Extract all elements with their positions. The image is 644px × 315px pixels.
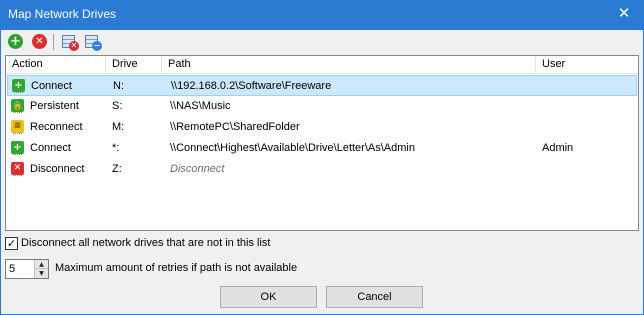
column-header-drive[interactable]: Drive: [106, 56, 162, 74]
disconnect-all-label[interactable]: Disconnect all network drives that are n…: [21, 237, 270, 250]
list-row[interactable]: + Connect *: \\Connect\Highest\Available…: [7, 138, 637, 159]
row-action: Connect: [31, 80, 72, 92]
row-drive: M:: [112, 121, 125, 133]
retries-value[interactable]: 5: [9, 263, 15, 275]
persistent-lock-icon: 🔒: [11, 99, 24, 112]
row-drive: *:: [112, 142, 120, 154]
cancel-button[interactable]: Cancel: [326, 286, 423, 308]
dots-icon: [13, 112, 22, 114]
spin-up-icon[interactable]: ▲: [34, 260, 48, 269]
dots-icon: [13, 154, 22, 156]
row-path: \\RemotePC\SharedFolder: [170, 121, 300, 133]
toolbar-separator: [53, 34, 54, 50]
row-action: Connect: [30, 142, 71, 154]
row-drive: Z:: [112, 163, 122, 175]
retries-stepper[interactable]: 5 ▲ ▼: [5, 259, 49, 279]
clear-list-icon: ✕: [69, 41, 79, 51]
connect-icon: +: [11, 141, 24, 154]
list-row[interactable]: ≡ Reconnect M: \\RemotePC\SharedFolder: [7, 117, 637, 138]
drive-list[interactable]: Action Drive Path User + Connect N: \\19…: [5, 55, 639, 231]
dots-icon: [13, 175, 22, 177]
row-path: \\192.168.0.2\Software\Freeware: [171, 80, 332, 92]
reconnect-icon: ≡: [11, 120, 24, 133]
row-path: \\NAS\Music: [170, 100, 231, 112]
retries-label: Maximum amount of retries if path is not…: [55, 262, 298, 274]
clear-list-button[interactable]: ✕: [61, 33, 79, 51]
spin-down-icon[interactable]: ▼: [34, 269, 48, 278]
disconnect-icon: ✕: [11, 162, 24, 175]
ok-button[interactable]: OK: [220, 286, 317, 308]
close-icon[interactable]: ✕: [604, 0, 644, 30]
remove-entry-button[interactable]: −: [84, 33, 102, 51]
add-button[interactable]: +: [7, 33, 25, 51]
row-action: Reconnect: [30, 121, 83, 133]
row-action: Persistent: [30, 100, 79, 112]
window-title: Map Network Drives: [8, 7, 117, 21]
column-header-action[interactable]: Action: [6, 56, 106, 74]
dots-icon: [13, 133, 22, 135]
dots-icon: [14, 92, 23, 94]
list-row[interactable]: 🔒 Persistent S: \\NAS\Music: [7, 96, 637, 117]
row-drive: S:: [112, 100, 123, 112]
disconnect-all-checkbox[interactable]: ✓: [5, 237, 18, 250]
row-path: \\Connect\Highest\Available\Drive\Letter…: [170, 142, 415, 154]
remove-icon: ✕: [32, 34, 47, 49]
list-row[interactable]: + Connect N: \\192.168.0.2\Software\Free…: [7, 75, 637, 96]
connect-icon: +: [12, 79, 25, 92]
column-header-user[interactable]: User: [536, 56, 638, 74]
list-header: Action Drive Path User: [6, 56, 638, 74]
list-row[interactable]: ✕ Disconnect Z: Disconnect: [7, 159, 637, 180]
remove-button[interactable]: ✕: [31, 33, 49, 51]
row-drive: N:: [113, 80, 124, 92]
row-path: Disconnect: [170, 163, 225, 175]
title-bar: Map Network Drives ✕: [0, 0, 644, 30]
row-user: Admin: [542, 142, 574, 154]
remove-list-entry-icon: −: [92, 41, 102, 51]
row-action: Disconnect: [30, 163, 85, 175]
column-header-path[interactable]: Path: [162, 56, 536, 74]
add-icon: +: [8, 34, 23, 49]
